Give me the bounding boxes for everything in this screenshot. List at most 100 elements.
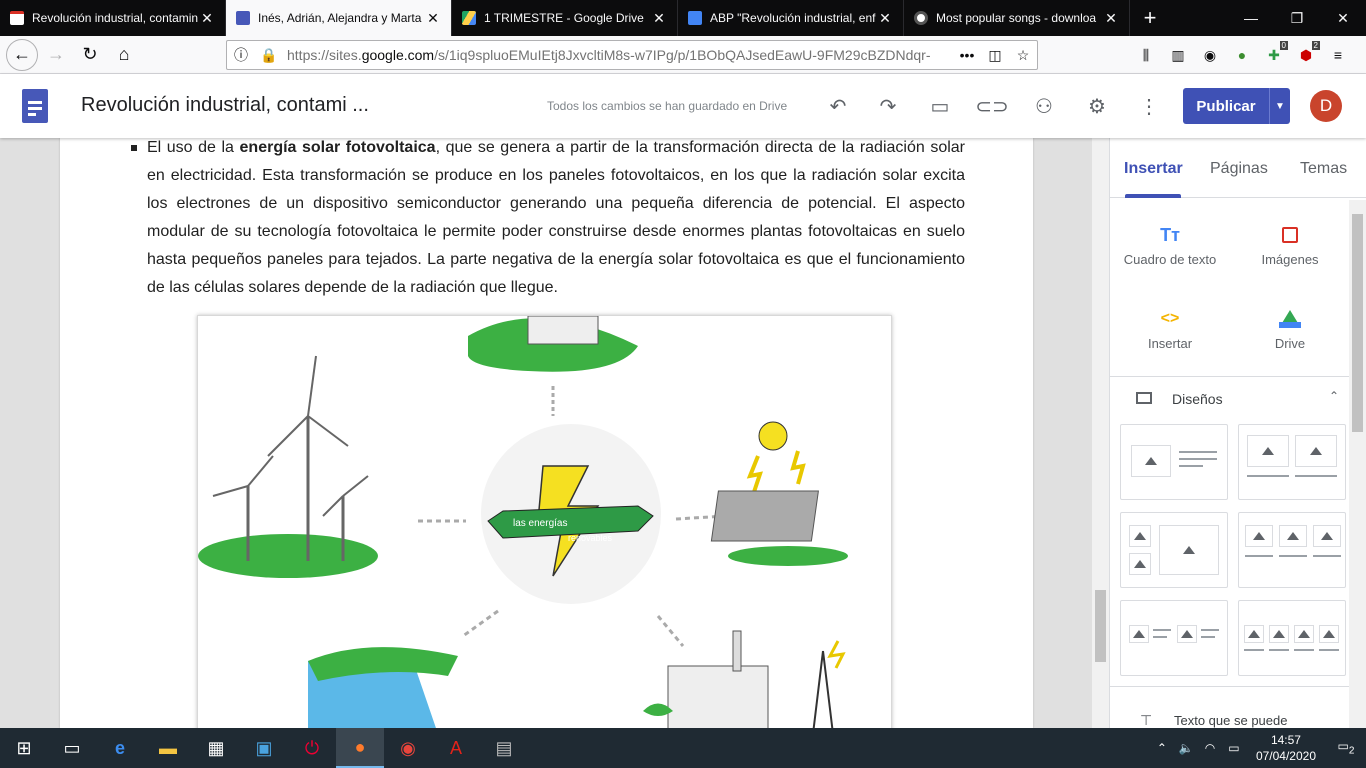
layout-option[interactable] <box>1120 424 1228 500</box>
scrollbar-thumb[interactable] <box>1095 590 1106 662</box>
layout-option[interactable] <box>1238 512 1346 588</box>
active-tab-indicator <box>1125 194 1181 198</box>
acrobat-icon[interactable]: A <box>432 728 480 768</box>
layout-option[interactable] <box>1120 512 1228 588</box>
docs-icon <box>688 11 702 25</box>
url-text: https://sites.google.com/s/1iq9spluoEMuI… <box>287 47 931 63</box>
browser-tab[interactable]: Most popular songs - downloa ✕ <box>904 0 1130 36</box>
browser-tab[interactable]: Revolución industrial, contamin ✕ <box>0 0 226 36</box>
chrome-icon[interactable]: ◉ <box>384 728 432 768</box>
system-tray: ⌃ 🔈 ◠ ▭ 14:57 07/04/2020 ▭2 <box>1150 728 1366 768</box>
embed-icon: <> <box>1160 310 1180 327</box>
layout-option[interactable] <box>1238 600 1346 676</box>
app-icon[interactable]: ▤ <box>480 728 528 768</box>
tab-title: Inés, Adrián, Alejandra y Marta <box>258 11 422 25</box>
file-explorer-icon[interactable]: ▬ <box>144 728 192 768</box>
canvas-scrollbar[interactable] <box>1092 138 1109 728</box>
settings-gear-icon[interactable]: ⚙ <box>1083 92 1111 120</box>
publish-button[interactable]: Publicar ▼ <box>1183 88 1290 124</box>
task-view-icon[interactable]: ▭ <box>48 728 96 768</box>
insert-sidebar: Insertar Páginas Temas Tт Cuadro de text… <box>1109 138 1366 728</box>
link-icon[interactable]: ⊂⊃ <box>975 92 1009 120</box>
network-icon[interactable]: ◠ <box>1198 741 1222 755</box>
images-tool[interactable]: Imágenes <box>1235 218 1345 267</box>
show-hidden-icons-icon[interactable]: ⌃ <box>1150 741 1174 755</box>
tab-temas[interactable]: Temas <box>1300 160 1347 178</box>
site-info-icon[interactable]: ⓘ <box>227 45 255 65</box>
tab-insertar[interactable]: Insertar <box>1124 160 1183 178</box>
close-tab-icon[interactable]: ✕ <box>425 10 441 27</box>
browser-tab-active[interactable]: Inés, Adrián, Alejandra y Marta ✕ <box>226 0 452 36</box>
reload-button[interactable]: ↻ <box>74 39 106 71</box>
keyboard-icon[interactable]: ▭ <box>1222 741 1246 755</box>
forward-button[interactable]: → <box>40 39 72 71</box>
extension-badge: 0 <box>1279 41 1288 50</box>
text-box-tool[interactable]: Tт Cuadro de texto <box>1115 218 1225 268</box>
divider <box>1110 686 1350 687</box>
restore-icon[interactable]: ❐ <box>1274 0 1320 36</box>
pocket-icon[interactable]: ◫ <box>981 47 1009 64</box>
tab-paginas[interactable]: Páginas <box>1210 160 1268 178</box>
lock-icon: 🔒 <box>260 46 278 63</box>
share-add-person-icon[interactable]: ⚇ <box>1030 92 1058 120</box>
gmail-icon <box>10 11 24 25</box>
url-bar[interactable]: ⓘ 🔒 https://sites.google.com/s/1iq9spluo… <box>226 40 1038 70</box>
browser-tab[interactable]: ABP "Revolución industrial, enf ✕ <box>678 0 904 36</box>
clock[interactable]: 14:57 07/04/2020 <box>1256 732 1316 764</box>
banner-text: renovables <box>568 533 613 543</box>
browser-tab[interactable]: 1 TRIMESTRE - Google Drive ✕ <box>452 0 678 36</box>
notifications-icon[interactable]: ▭2 <box>1326 739 1366 756</box>
layouts-label: Diseños <box>1172 391 1223 407</box>
avatar[interactable]: D <box>1310 90 1342 122</box>
windows-start-icon[interactable]: ⊞ <box>0 728 48 768</box>
browser-toolbar: ← → ↻ ⌂ ⓘ 🔒 https://sites.google.com/s/1… <box>0 36 1366 74</box>
redo-icon[interactable]: ↷ <box>874 92 902 120</box>
preview-devices-icon[interactable]: ▭ <box>926 92 954 120</box>
text-box[interactable]: El uso de la energía solar fotovoltaica,… <box>131 138 965 302</box>
new-tab-button[interactable]: + <box>1130 0 1170 36</box>
extension-icon[interactable]: ● <box>1226 39 1258 71</box>
content-block-icon: ⊤ <box>1140 712 1153 728</box>
back-button[interactable]: ← <box>6 38 38 71</box>
menu-icon[interactable]: ≡ <box>1322 39 1354 71</box>
more-vert-icon[interactable]: ⋮ <box>1135 92 1163 120</box>
home-button[interactable]: ⌂ <box>108 39 140 71</box>
sidebar-scrollbar[interactable] <box>1349 200 1366 728</box>
app-icon[interactable]: ▣ <box>240 728 288 768</box>
bookmark-star-icon[interactable]: ☆ <box>1009 47 1037 64</box>
power-app-icon[interactable]: ⏻ <box>288 728 336 768</box>
edge-icon[interactable]: e <box>96 728 144 768</box>
library-icon[interactable]: ⫼ <box>1130 39 1162 71</box>
music-icon <box>914 11 928 25</box>
adblock-icon[interactable]: ⬢ 2 <box>1290 39 1322 71</box>
collapse-icon[interactable]: ⌃ <box>1329 389 1339 403</box>
minimize-icon[interactable]: — <box>1228 0 1274 36</box>
site-title[interactable]: Revolución industrial, contami ... <box>81 94 369 117</box>
close-window-icon[interactable]: ✕ <box>1320 0 1366 36</box>
undo-icon[interactable]: ↶ <box>824 92 852 120</box>
scrollbar-thumb[interactable] <box>1352 214 1363 432</box>
page-actions-icon[interactable]: ••• <box>953 47 981 63</box>
toolbar-right: ⫼ ▥ ◉ ● ✚ 0 ⬢ 2 ≡ <box>1130 36 1354 74</box>
embed-tool[interactable]: <> Insertar <box>1115 302 1225 351</box>
volume-icon[interactable]: 🔈 <box>1174 741 1198 755</box>
publish-dropdown-icon[interactable]: ▼ <box>1269 88 1290 124</box>
bold-text: energía solar fotovoltaica <box>239 139 436 156</box>
close-tab-icon[interactable]: ✕ <box>651 10 667 27</box>
sidebar-icon[interactable]: ▥ <box>1162 39 1194 71</box>
sites-logo-icon[interactable] <box>22 89 48 123</box>
renewable-energy-image[interactable]: las energías renovables <box>197 315 892 728</box>
store-icon[interactable]: ▦ <box>192 728 240 768</box>
firefox-icon[interactable]: ● <box>336 728 384 768</box>
layouts-section-header[interactable]: Diseños ⌃ <box>1110 376 1366 418</box>
drive-tool[interactable]: Drive <box>1235 302 1345 351</box>
close-tab-icon[interactable]: ✕ <box>1103 10 1119 27</box>
layout-option[interactable] <box>1238 424 1346 500</box>
account-icon[interactable]: ◉ <box>1194 39 1226 71</box>
close-tab-icon[interactable]: ✕ <box>877 10 893 27</box>
close-tab-icon[interactable]: ✕ <box>199 10 215 27</box>
editor-canvas: El uso de la energía solar fotovoltaica,… <box>0 138 1109 728</box>
extension-icon[interactable]: ✚ 0 <box>1258 39 1290 71</box>
layout-option[interactable] <box>1120 600 1228 676</box>
collapsible-text-item[interactable]: Texto que se puede <box>1174 713 1287 728</box>
